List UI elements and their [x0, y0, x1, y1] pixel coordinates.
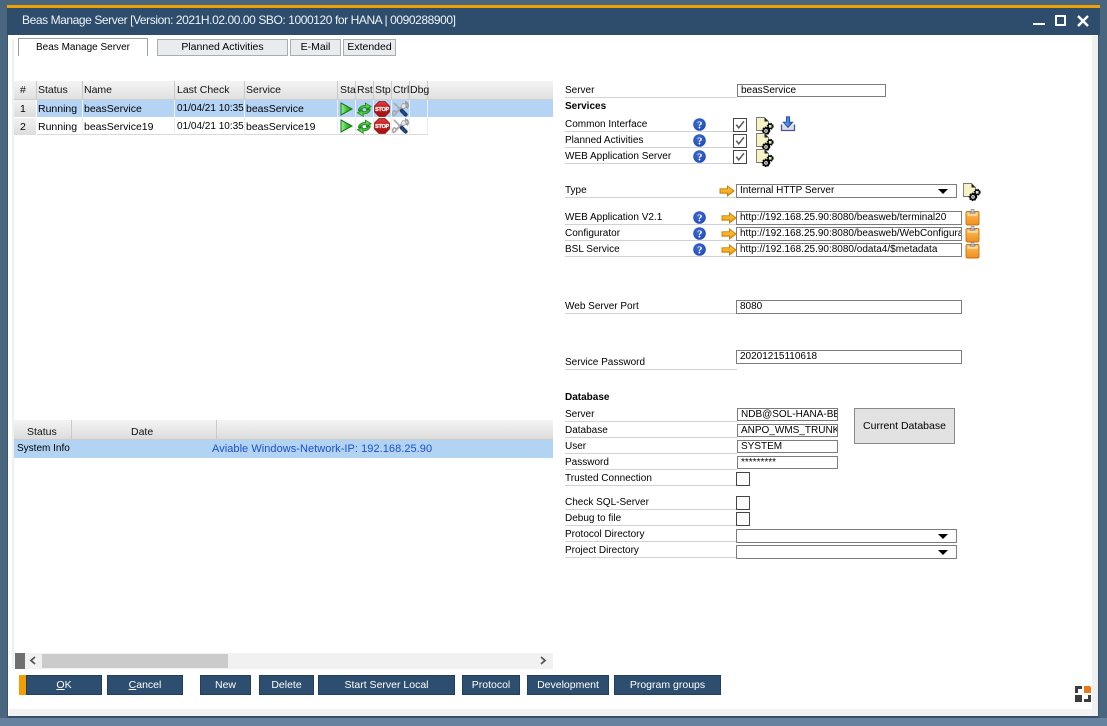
svg-text:STOP: STOP: [375, 124, 389, 130]
svg-text:?: ?: [697, 212, 703, 224]
svg-text:?: ?: [697, 119, 703, 131]
svg-text:?: ?: [697, 135, 703, 147]
svg-text:?: ?: [697, 244, 703, 256]
svg-text:STOP: STOP: [375, 107, 389, 113]
svg-text:?: ?: [697, 151, 703, 163]
svg-text:?: ?: [697, 228, 703, 240]
